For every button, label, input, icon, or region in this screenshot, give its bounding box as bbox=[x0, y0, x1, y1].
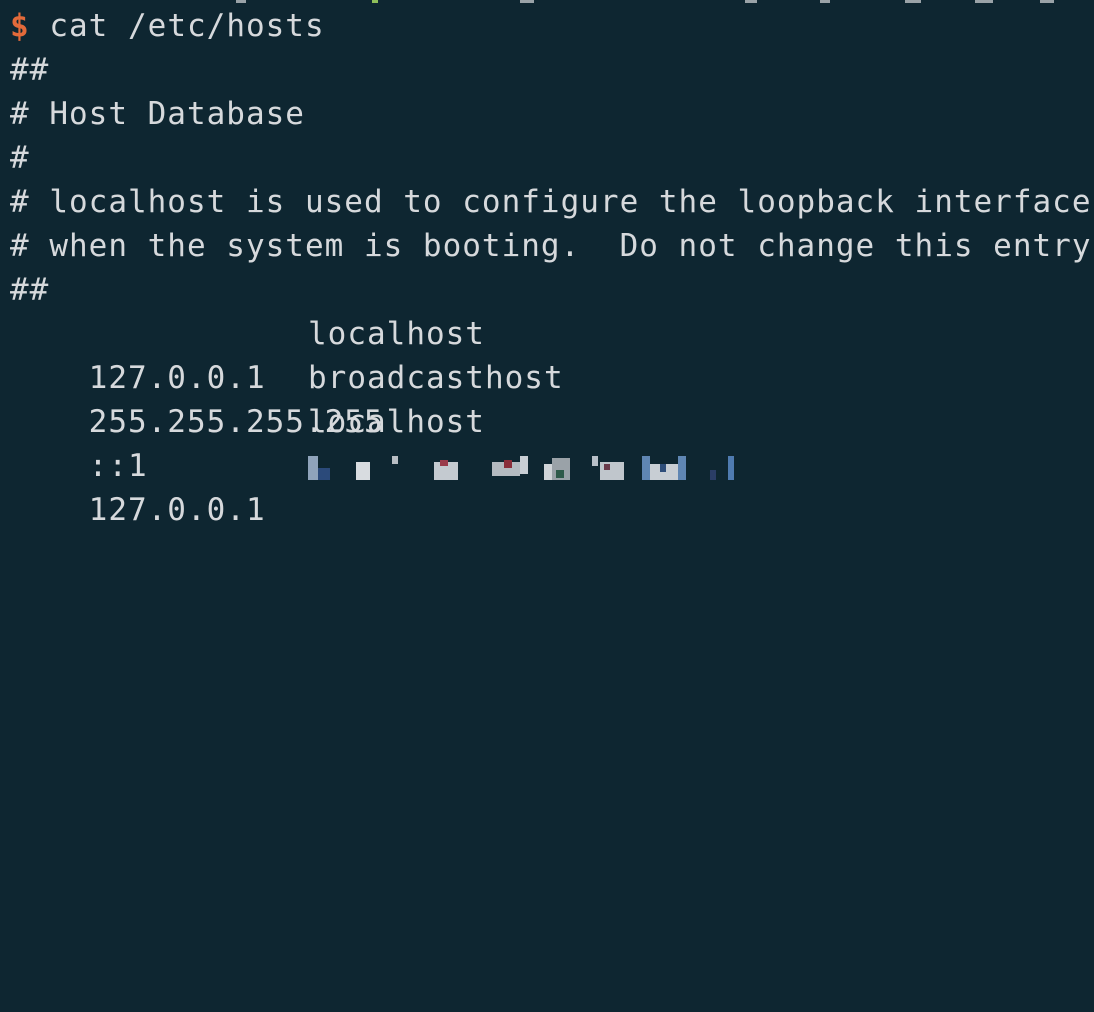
host-entry: 255.255.255.255 broadcasthost bbox=[10, 356, 563, 440]
host-name: localhost bbox=[308, 404, 485, 440]
host-entry: ::1 localhost bbox=[10, 400, 484, 484]
host-name: broadcasthost bbox=[308, 360, 564, 396]
redacted-hostname bbox=[308, 456, 798, 482]
command-line: $ cat /etc/hosts bbox=[10, 4, 325, 48]
comment-line: # bbox=[10, 140, 30, 176]
host-entry: 127.0.0.1 bbox=[10, 444, 1094, 528]
host-name: localhost bbox=[308, 316, 485, 352]
comment-line: # localhost is used to configure the loo… bbox=[10, 184, 1092, 220]
host-ip: 127.0.0.1 bbox=[88, 492, 266, 528]
comment-line: # Host Database bbox=[10, 96, 305, 132]
prompt-symbol: $ bbox=[10, 8, 30, 44]
command-text: cat /etc/hosts bbox=[49, 8, 325, 44]
comment-line: ## bbox=[10, 52, 50, 88]
comment-line: # when the system is booting. Do not cha… bbox=[10, 228, 1094, 264]
comment-line: ## bbox=[10, 272, 50, 308]
terminal-window[interactable]: $ cat /etc/hosts ## # Host Database # # … bbox=[0, 0, 1094, 528]
host-entry: 127.0.0.1 localhost bbox=[10, 312, 484, 396]
